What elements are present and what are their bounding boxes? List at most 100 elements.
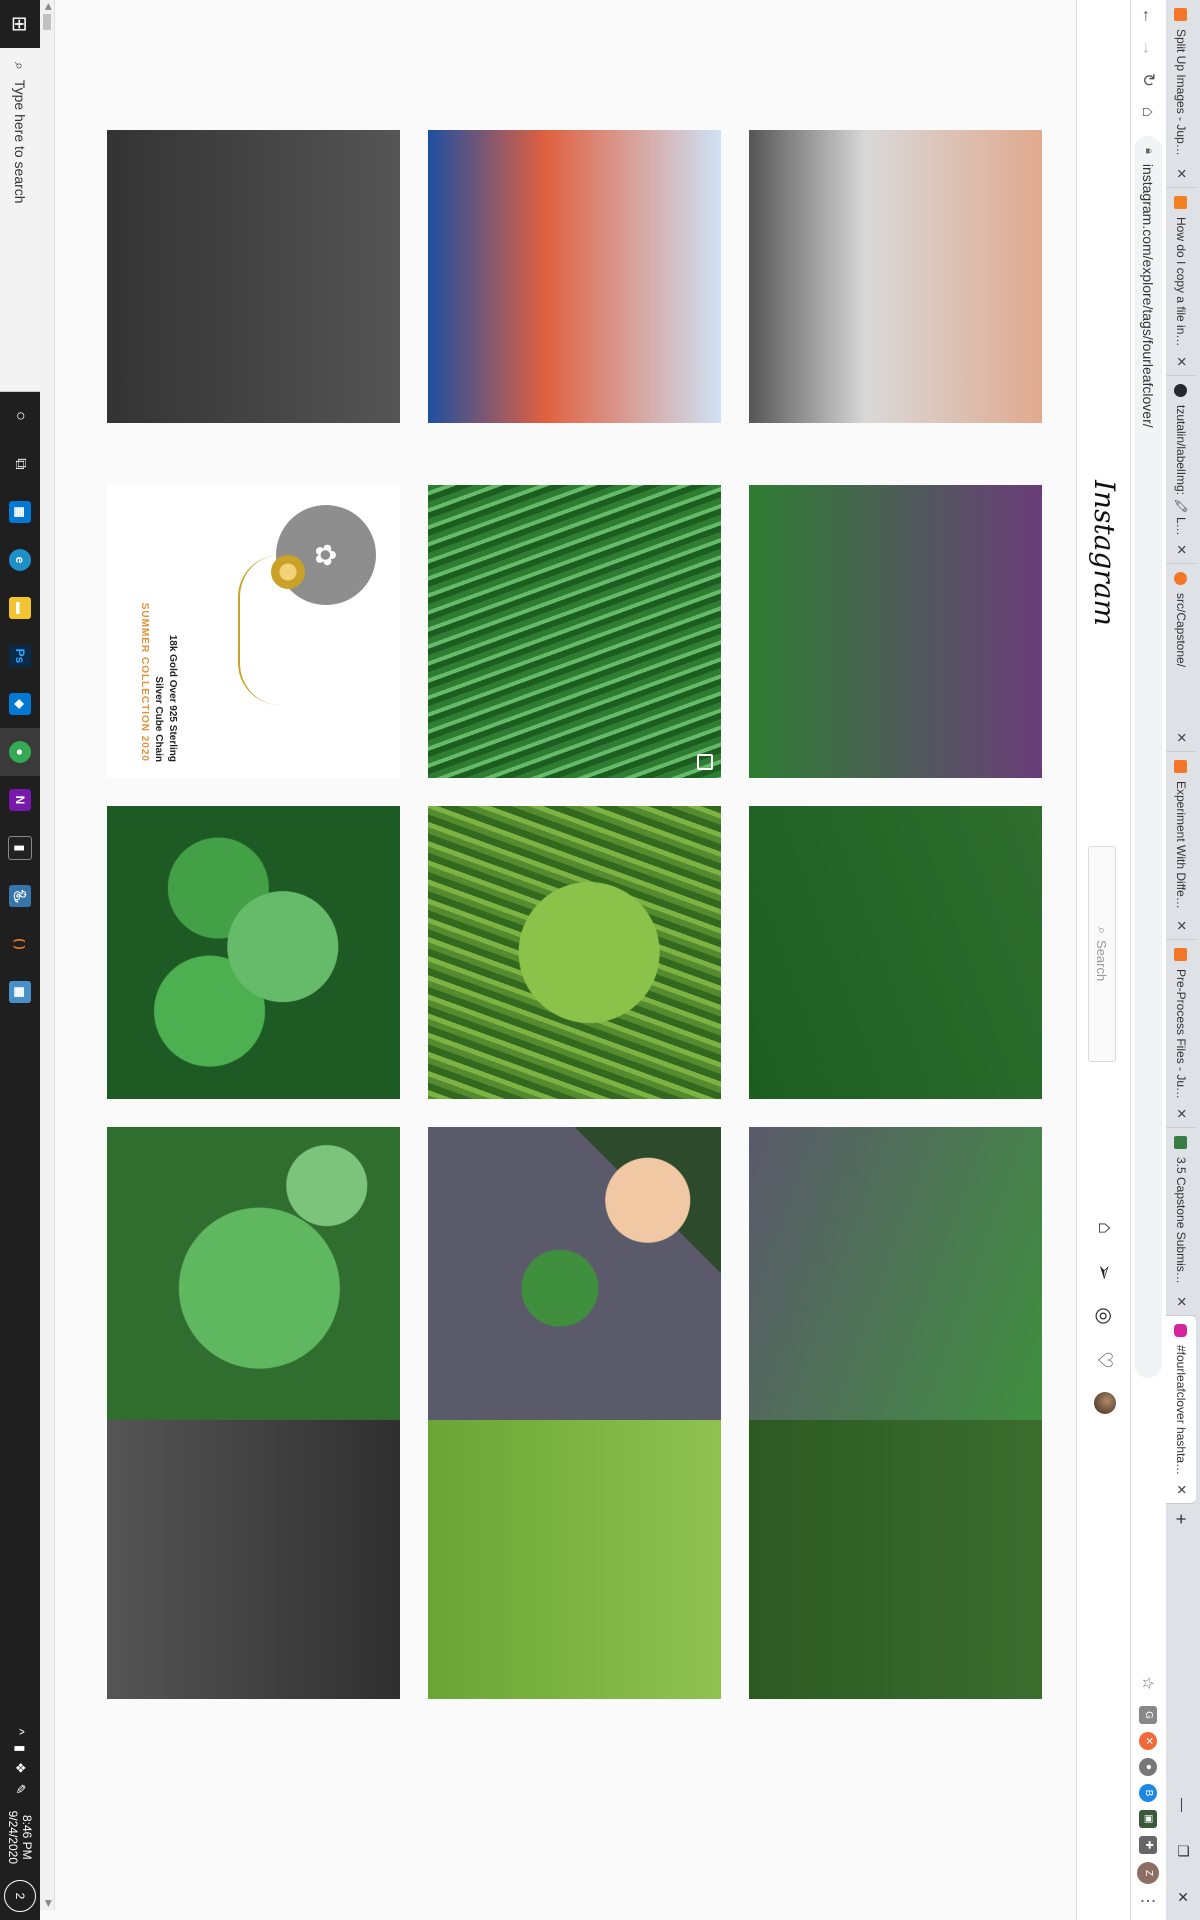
extension-b-icon[interactable]: B <box>1139 1784 1158 1802</box>
post-tile[interactable] <box>107 806 400 1099</box>
extension-screen-icon[interactable]: ▣ <box>1139 1810 1158 1828</box>
extensions-puzzle-icon[interactable]: ✚ <box>1139 1836 1158 1854</box>
notification-count: 2 <box>13 1892 27 1900</box>
post-grid: ✿ 18k Gold Over 925 Sterling Silver Cube… <box>107 485 1042 1420</box>
url-text: instagram.com/explore/tags/fourleafclove… <box>1140 163 1157 428</box>
tab-title: tzutalin/labelImg: 🖍 Label <box>1174 405 1188 537</box>
windows-taskbar: ⊞ ⌕ Type here to search ○ ⧉ ▦ e ▬ Ps ◆ ●… <box>0 0 40 1920</box>
browser-tab[interactable]: tzutalin/labelImg: 🖍 Label ✕ <box>1166 376 1196 564</box>
tab-favicon <box>1174 572 1188 585</box>
close-icon[interactable]: ✕ <box>1173 732 1189 743</box>
browser-tab[interactable]: How do I copy a file in Pyth ✕ <box>1166 188 1196 376</box>
close-icon[interactable]: ✕ <box>1173 1108 1189 1119</box>
browser-toolbar: ← → ↻ ⌂ 🔒︎ instagram.com/explore/tags/fo… <box>1130 0 1166 1920</box>
calculator-icon[interactable]: ▦ <box>0 968 40 1016</box>
file-explorer-icon[interactable]: ▬ <box>0 584 40 632</box>
post-tile[interactable] <box>428 485 721 778</box>
task-view-icon[interactable]: ⧉ <box>0 440 40 488</box>
browser-tab[interactable]: Pre-Process Files - Jupyter ✕ <box>1166 940 1196 1128</box>
extension-circle-icon[interactable]: ● <box>1139 1758 1158 1776</box>
clock-time: 8:46 PM <box>20 1814 34 1860</box>
close-icon[interactable]: ✕ <box>1173 356 1189 367</box>
taskbar-search[interactable]: ⌕ Type here to search <box>0 48 40 392</box>
menu-dots-icon[interactable]: ⋮ <box>1140 1892 1158 1910</box>
notification-center-icon[interactable]: 2 <box>4 1880 36 1912</box>
close-icon[interactable]: ✕ <box>1173 168 1189 179</box>
post-tile-partial[interactable] <box>749 1406 1042 1699</box>
tab-title: Split Up Images - Jupyter N <box>1174 29 1188 161</box>
edge-icon[interactable]: e <box>0 536 40 584</box>
chrome-icon[interactable]: ● <box>0 728 40 776</box>
profile-avatar[interactable]: Z <box>1137 1862 1160 1884</box>
close-icon[interactable]: ✕ <box>1173 544 1189 555</box>
photoshop-icon[interactable]: Ps <box>0 632 40 680</box>
close-icon[interactable]: ✕ <box>1173 1296 1189 1307</box>
tab-favicon <box>1174 8 1188 21</box>
address-bar[interactable]: 🔒︎ instagram.com/explore/tags/fourleafcl… <box>1134 136 1163 1378</box>
cortana-icon[interactable]: ○ <box>0 392 40 440</box>
post-tile[interactable] <box>749 1127 1042 1420</box>
post-tile-partial[interactable] <box>428 1406 721 1699</box>
bookmark-star-icon[interactable]: ☆ <box>1140 1677 1158 1696</box>
post-tile-partial[interactable] <box>428 130 721 423</box>
close-window-icon[interactable]: ✕ <box>1166 1874 1200 1920</box>
extension-g-icon[interactable]: G <box>1139 1706 1158 1724</box>
jupyter-icon[interactable]: ( ) <box>0 920 40 968</box>
post-tile-partial[interactable] <box>107 130 400 423</box>
direct-message-icon[interactable]: ➢ <box>1093 1260 1117 1284</box>
horizontal-scrollbar[interactable]: ◀ ▶ <box>40 0 55 1910</box>
post-tile[interactable] <box>107 1127 400 1420</box>
reload-icon[interactable]: ↻ <box>1133 64 1165 96</box>
tab-favicon <box>1174 948 1188 961</box>
forward-arrow-icon[interactable]: → <box>1133 32 1165 64</box>
profile-avatar[interactable] <box>1094 1392 1116 1414</box>
taskbar-search-placeholder: Type here to search <box>12 79 28 204</box>
post-tile-partial[interactable] <box>107 1406 400 1699</box>
post-tile[interactable] <box>428 1127 721 1420</box>
taskbar-clock[interactable]: 8:46 PM 9/24/2020 <box>6 1805 34 1870</box>
activity-heart-icon[interactable]: ♡ <box>1093 1348 1117 1372</box>
battery-icon[interactable]: ▮ <box>12 1745 28 1752</box>
pinned-apps: ○ ⧉ ▦ e ▬ Ps ◆ ● N ▮ 🐍︎ ( ) ▦ <box>0 392 40 1016</box>
instagram-logo[interactable]: Instagram <box>1088 480 1121 626</box>
scroll-left-arrow-icon[interactable]: ◀ <box>43 3 54 10</box>
browser-tab-active[interactable]: #fourleafclover hashtag on ✕ <box>1166 1316 1196 1504</box>
minimize-icon[interactable]: — <box>1166 1782 1200 1828</box>
post-tile-ad[interactable]: ✿ 18k Gold Over 925 Sterling Silver Cube… <box>107 485 400 778</box>
scroll-right-arrow-icon[interactable]: ▶ <box>43 1900 54 1907</box>
python-icon[interactable]: 🐍︎ <box>0 872 40 920</box>
store-icon[interactable]: ▦ <box>0 488 40 536</box>
browser-tab[interactable]: Experiment With Different ✕ <box>1166 752 1196 940</box>
terminal-icon[interactable]: ▮ <box>0 824 40 872</box>
explore-compass-icon[interactable]: ◎ <box>1093 1304 1117 1328</box>
onenote-icon[interactable]: N <box>0 776 40 824</box>
extension-x-icon[interactable]: ✕ <box>1139 1732 1158 1750</box>
browser-tab[interactable]: 3.5 Capstone Submission - ✕ <box>1166 1128 1196 1316</box>
home-icon[interactable]: ⌂ <box>1133 96 1165 128</box>
pen-icon[interactable]: ✎ <box>12 1784 28 1795</box>
post-tile-partial[interactable] <box>749 130 1042 423</box>
back-arrow-icon[interactable]: ← <box>1133 0 1165 32</box>
close-icon[interactable]: ✕ <box>1173 1484 1189 1495</box>
post-tile[interactable] <box>749 806 1042 1099</box>
explore-content: ✿ 18k Gold Over 925 Sterling Silver Cube… <box>40 0 1076 1920</box>
browser-tab[interactable]: src/Capstone/ ✕ <box>1166 564 1196 752</box>
restore-icon[interactable]: ❐ <box>1166 1828 1200 1874</box>
search-placeholder: Search <box>1094 940 1110 982</box>
search-input[interactable]: ⌕ Search <box>1088 846 1116 1062</box>
browser-tab[interactable]: Split Up Images - Jupyter N ✕ <box>1166 0 1196 188</box>
tray-chevron-icon[interactable]: ^ <box>13 1729 28 1735</box>
post-tile[interactable] <box>428 806 721 1099</box>
tab-title: src/Capstone/ <box>1174 593 1188 668</box>
dropbox-icon[interactable]: ❖ <box>12 1762 28 1774</box>
windows-start-icon[interactable]: ⊞ <box>0 0 40 48</box>
post-tile[interactable] <box>749 485 1042 778</box>
scrollbar-thumb[interactable] <box>43 14 51 30</box>
extensions: G ✕ ● B ▣ ✚ Z ⋮ <box>1137 1696 1160 1920</box>
new-tab-button[interactable]: + <box>1166 1504 1196 1534</box>
close-icon[interactable]: ✕ <box>1173 920 1189 931</box>
search-icon: ⌕ <box>1095 926 1110 935</box>
vscode-icon[interactable]: ◆ <box>0 680 40 728</box>
home-icon[interactable]: ⌂ <box>1093 1216 1117 1240</box>
ad-text-line: Silver Cube Chain <box>153 676 164 762</box>
